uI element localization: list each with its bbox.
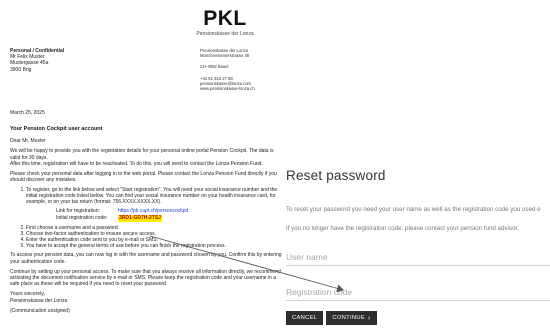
paragraph-1: We will be happy to provide you with the… (10, 148, 274, 161)
reset-description: To reset your password you need your use… (286, 206, 541, 213)
letter-subject: Your Pension Cockpit user account (10, 126, 103, 132)
continue-label: CONTINUE (332, 315, 366, 321)
paragraph-4: To access your pension data, you can now… (10, 252, 282, 265)
registration-code-row: Initial registration code: 3RD1-GD7H-2TS… (56, 215, 282, 223)
credentials: Link for registration: https://pk.capt.c… (26, 208, 282, 223)
closing-org: Pensionskasse der Lonza (10, 297, 68, 304)
link-label: Link for registration: (56, 208, 100, 215)
code-label: Initial registration code: (56, 215, 108, 222)
registration-link[interactable]: https://pk.capt.ch/personcockpit (118, 208, 188, 215)
recipient-address: Personal / Confidential Mr Felix Muster … (10, 48, 110, 73)
letter-body: Your Pension Cockpit user account Dear M… (10, 126, 282, 318)
form-actions: CANCEL CONTINUE › (286, 311, 377, 325)
continue-button[interactable]: CONTINUE › (326, 311, 377, 325)
paragraph-3: Please check your personal data after lo… (10, 171, 277, 184)
pension-letter: PKL Pensionskasse der Lonza Personal / C… (0, 0, 290, 336)
reset-password-panel: Reset password To reset your password yo… (284, 0, 550, 336)
recipient-city: 3900 Brig (10, 66, 32, 73)
pkl-logo: PKL Pensionskasse der Lonza (160, 7, 290, 38)
cancel-button[interactable]: CANCEL (286, 311, 324, 325)
registration-steps: To register, go to the link below and se… (10, 187, 282, 249)
step-1: To register, go to the link below and se… (26, 187, 282, 223)
salutation: Dear Mr. Muster (10, 138, 46, 145)
chevron-right-icon: › (368, 314, 371, 322)
closing: Yours sincerely, Pensionskasse der Lonza (10, 291, 282, 303)
registration-code-input[interactable] (286, 283, 550, 301)
cancel-label: CANCEL (292, 315, 318, 321)
step-1-text: To register, go to the link below and se… (26, 187, 278, 206)
letter-footer: (Communication unsigned) (10, 307, 70, 314)
letter-date: March 25, 2025 (10, 110, 45, 116)
page-title: Reset password (286, 168, 386, 183)
registration-link-row: Link for registration: https://pk.capt.c… (56, 208, 282, 215)
sender-address: Pensionskasse der Lonza Münchensteinerst… (200, 48, 290, 91)
closing-text: Yours sincerely, (10, 291, 45, 298)
username-input[interactable] (286, 248, 550, 266)
step-5: You have to accept the general terms of … (26, 243, 282, 249)
paragraph-5: Continue by setting up your personal acc… (10, 268, 281, 288)
logo-text: PKL (203, 7, 247, 30)
sender-web: www.pensionskasse-lonza.ch (200, 86, 255, 92)
logo-subtitle: Pensionskasse der Lonza (196, 31, 254, 37)
paragraph-2: After this time, registration will have … (10, 160, 263, 167)
reset-help-text: If you no longer have the registration c… (286, 225, 519, 232)
registration-code-value: 3RD1-GD7H-2TSJ (118, 215, 162, 223)
